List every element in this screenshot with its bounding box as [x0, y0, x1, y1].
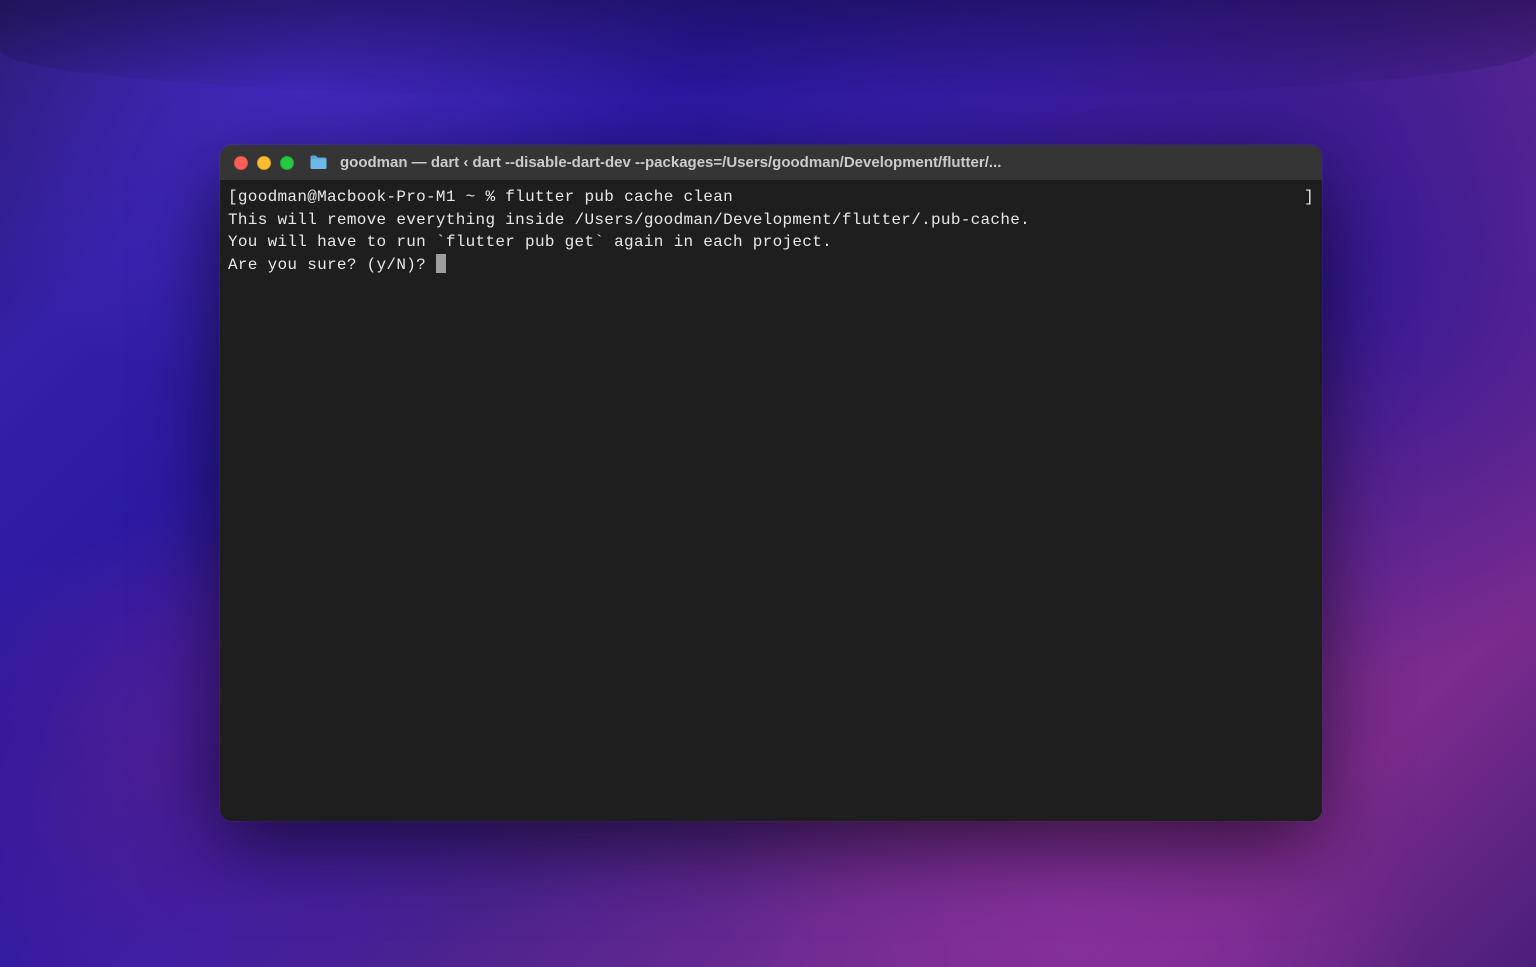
titlebar[interactable]: goodman — dart ‹ dart --disable-dart-dev…	[220, 145, 1322, 180]
entered-command: flutter pub cache clean	[505, 188, 733, 206]
window-title: goodman — dart ‹ dart --disable-dart-dev…	[340, 154, 1308, 171]
maximize-button[interactable]	[280, 156, 294, 170]
output-line: You will have to run `flutter pub get` a…	[228, 233, 832, 251]
close-button[interactable]	[234, 156, 248, 170]
terminal-content[interactable]: [goodman@Macbook-Pro-M1 ~ % flutter pub …	[220, 180, 1322, 821]
prompt-user-host: goodman@Macbook-Pro-M1	[238, 188, 456, 206]
prompt-bracket: [	[228, 188, 238, 206]
prompt-path: ~ %	[456, 188, 506, 206]
terminal-window: goodman — dart ‹ dart --disable-dart-dev…	[220, 145, 1322, 821]
terminal-cursor[interactable]	[436, 254, 446, 273]
folder-icon	[309, 155, 327, 170]
wallpaper-accent	[0, 0, 1536, 100]
output-line: This will remove everything inside /User…	[228, 211, 1030, 229]
minimize-button[interactable]	[257, 156, 271, 170]
traffic-lights	[234, 156, 294, 170]
prompt-confirm: Are you sure? (y/N)?	[228, 256, 436, 274]
prompt-bracket-close: ]	[1304, 186, 1314, 209]
